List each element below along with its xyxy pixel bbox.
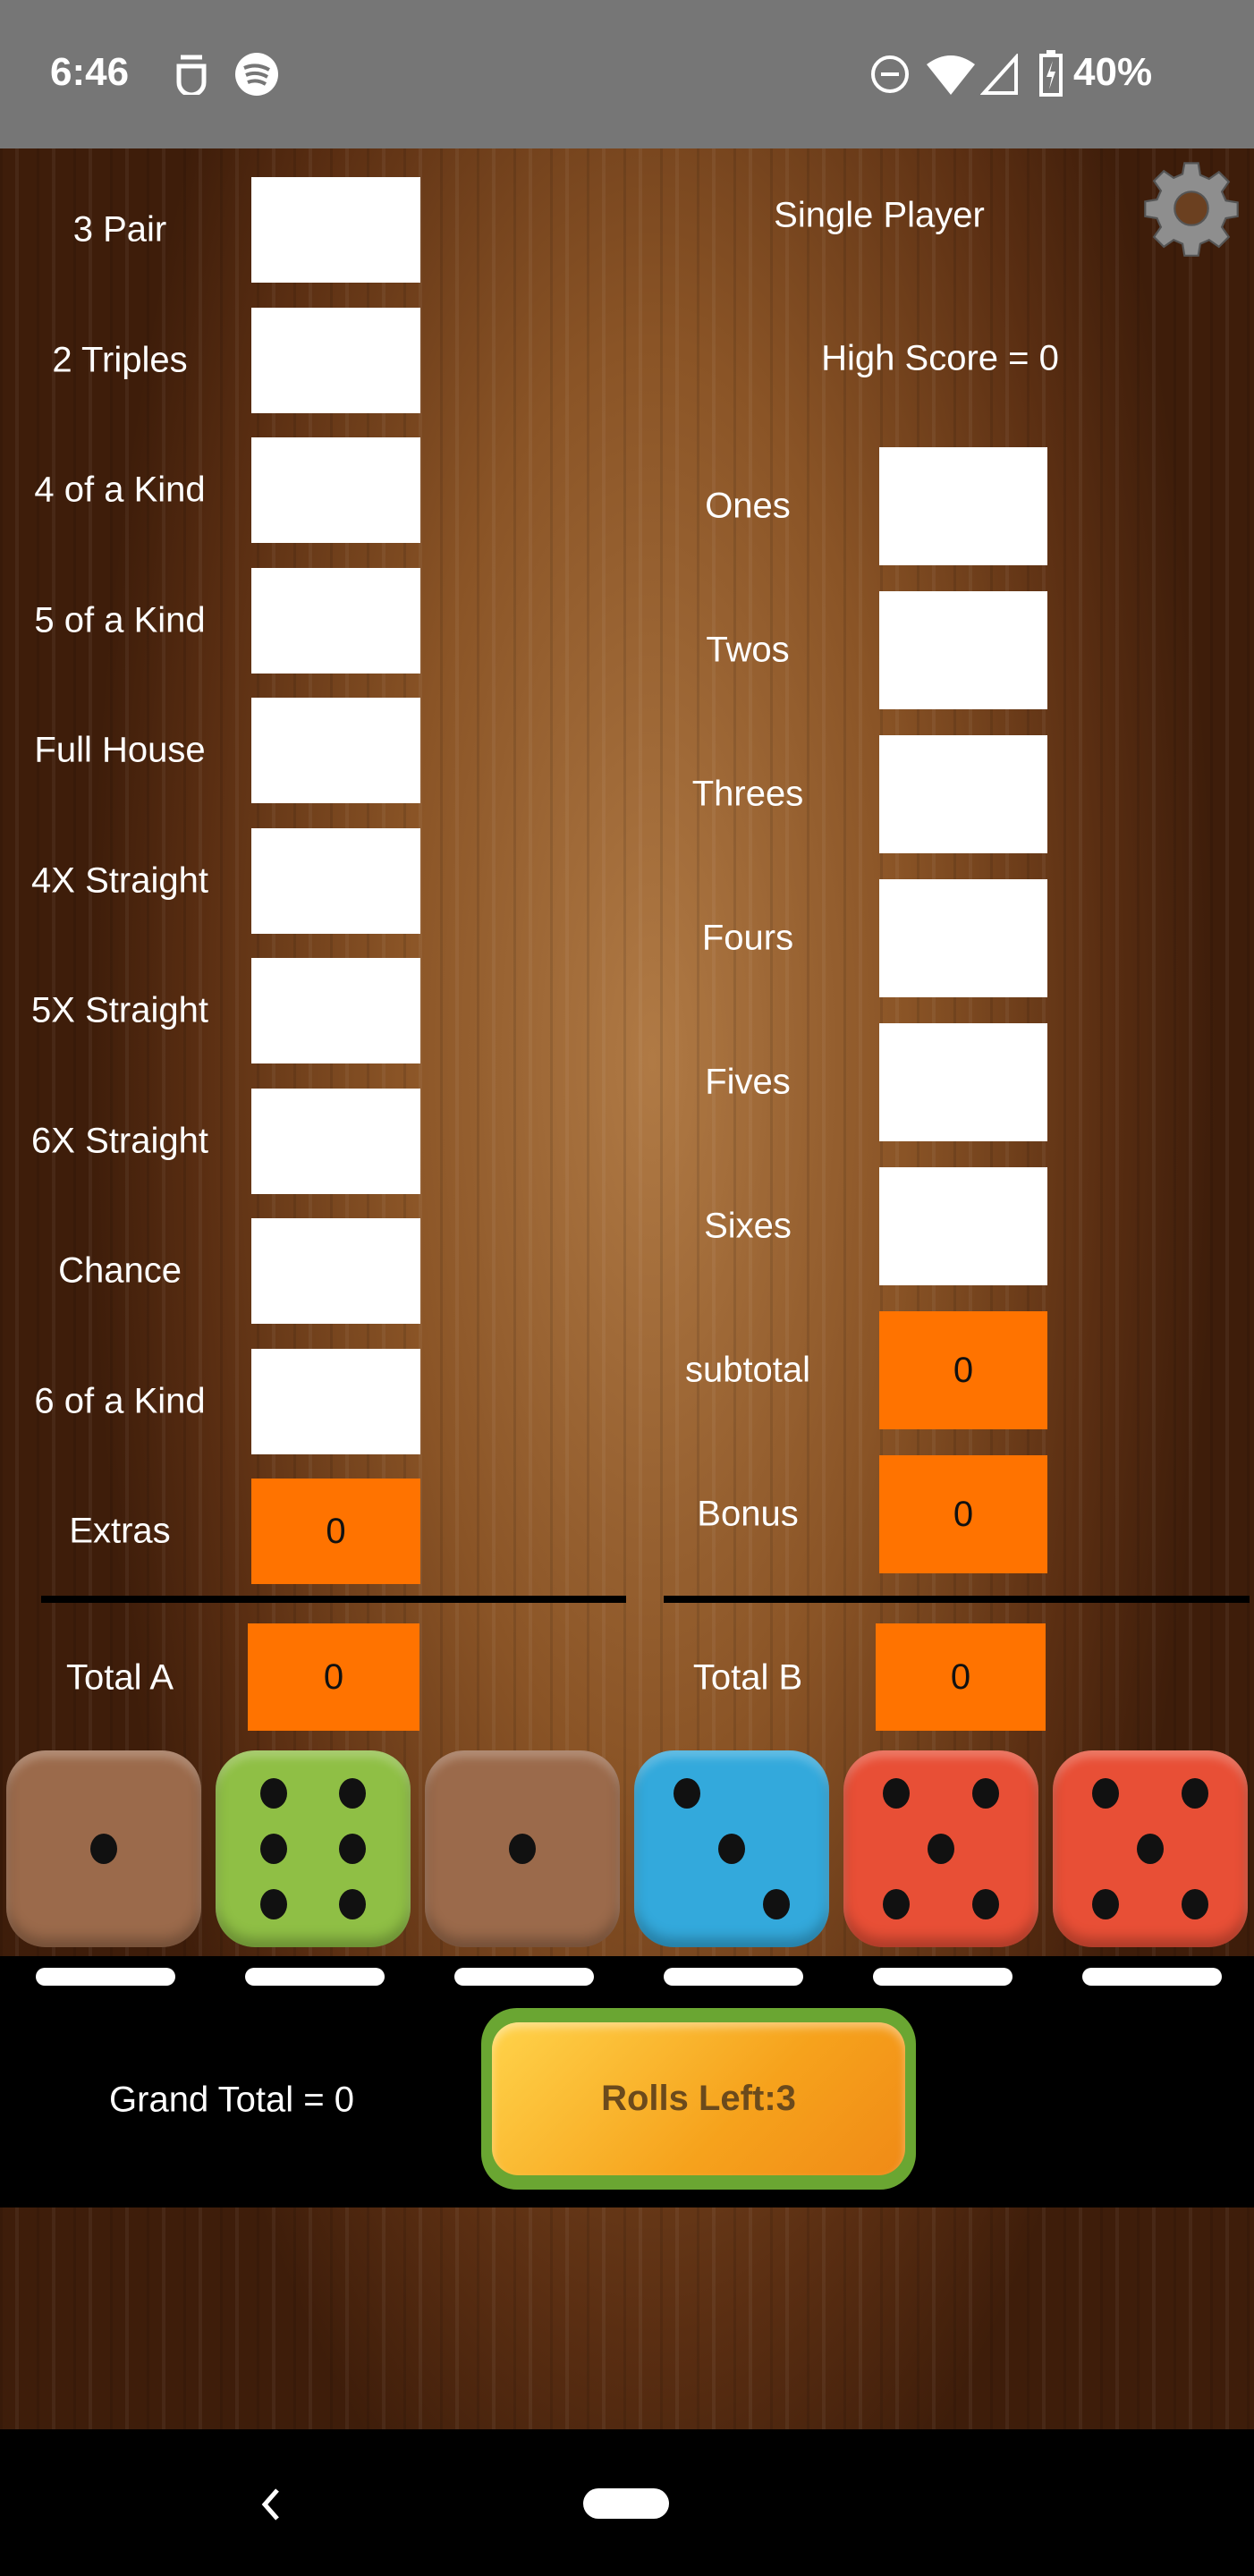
die-pip	[260, 1834, 288, 1864]
signal-icon	[980, 54, 1018, 95]
category-label: Ones	[705, 486, 791, 526]
score-box[interactable]	[251, 698, 420, 803]
grand-total: Grand Total = 0	[109, 2080, 354, 2120]
die-pip	[509, 1834, 536, 1864]
divider-right	[664, 1596, 1250, 1603]
category-label: Sixes	[704, 1206, 792, 1246]
roll-button-label: Rolls Left:3	[492, 2022, 905, 2175]
die-pip	[90, 1834, 117, 1864]
category-label: Fours	[701, 918, 794, 958]
clock: 6:46	[50, 50, 130, 94]
die-pip	[882, 1888, 910, 1919]
roll-button[interactable]: Rolls Left:3	[481, 2008, 916, 2190]
score-box[interactable]	[251, 567, 420, 674]
settings-gear-icon[interactable]	[1142, 159, 1241, 258]
subtotal-value: 0	[879, 1311, 1047, 1429]
divider-left	[41, 1596, 626, 1603]
die-pip	[928, 1834, 954, 1864]
battery-percent: 40%	[1073, 50, 1153, 94]
die-pip	[972, 1888, 1000, 1919]
total-a-label: Total A	[65, 1657, 174, 1698]
high-score-label: High Score = 0	[821, 338, 1059, 378]
score-box[interactable]	[251, 1348, 420, 1454]
category-label: Chance	[58, 1250, 182, 1291]
category-label: Fives	[705, 1062, 791, 1102]
category-label: 4X Straight	[31, 860, 208, 900]
score-box[interactable]	[879, 447, 1047, 565]
die-pip	[338, 1778, 366, 1809]
total-b-label: Total B	[692, 1657, 803, 1698]
score-box[interactable]	[251, 177, 420, 283]
die-pip	[972, 1778, 1000, 1809]
die-hold-indicator[interactable]	[664, 1968, 803, 1986]
die-pip	[718, 1834, 745, 1864]
wifi-icon	[927, 55, 975, 95]
score-box[interactable]	[251, 1218, 420, 1324]
category-label: 2 Triples	[52, 340, 188, 379]
navigation-bar	[0, 2429, 1254, 2576]
die-pip	[673, 1778, 700, 1809]
score-box[interactable]	[879, 735, 1047, 853]
home-pill[interactable]	[583, 2488, 669, 2519]
back-icon[interactable]	[258, 2487, 284, 2522]
category-label: Threes	[691, 774, 804, 814]
die-pip	[1182, 1778, 1209, 1809]
score-box[interactable]	[251, 307, 420, 413]
notification-icon	[176, 55, 207, 95]
die-pip	[763, 1888, 791, 1919]
score-box[interactable]	[251, 827, 420, 934]
die[interactable]	[843, 1750, 1038, 1947]
die[interactable]	[6, 1750, 201, 1947]
die-pip	[338, 1888, 366, 1919]
die-hold-indicator[interactable]	[873, 1968, 1013, 1986]
category-label: Twos	[706, 630, 790, 670]
die-pip	[260, 1888, 288, 1919]
die[interactable]	[425, 1750, 620, 1947]
score-box[interactable]	[251, 1088, 420, 1194]
die-hold-indicator[interactable]	[454, 1968, 594, 1986]
game-mode-label: Single Player	[774, 195, 985, 235]
die[interactable]	[216, 1750, 411, 1947]
category-label: 5 of a Kind	[34, 600, 206, 640]
die-pip	[338, 1834, 366, 1864]
status-bar: 6:46 40%	[0, 0, 1254, 148]
category-label: 3 Pair	[72, 209, 167, 250]
score-box[interactable]	[251, 437, 420, 543]
category-label: 5X Straight	[31, 990, 208, 1030]
category-label: Full House	[34, 730, 206, 770]
category-label: 6 of a Kind	[34, 1381, 206, 1420]
die-pip	[1182, 1888, 1209, 1919]
category-label: 6X Straight	[31, 1121, 208, 1160]
score-box[interactable]	[879, 591, 1047, 709]
category-label: 4 of a Kind	[34, 470, 206, 510]
die-pip	[1091, 1888, 1119, 1919]
dnd-icon	[871, 55, 909, 93]
die[interactable]	[634, 1750, 829, 1947]
extras-label: Extras	[69, 1511, 171, 1551]
bonus-value: 0	[879, 1455, 1047, 1573]
total-a-value: 0	[248, 1623, 419, 1731]
die-pip	[260, 1778, 288, 1809]
die-pip	[1091, 1778, 1119, 1809]
score-box[interactable]	[251, 958, 420, 1063]
die-hold-indicator[interactable]	[245, 1968, 385, 1986]
die-hold-indicator[interactable]	[1082, 1968, 1222, 1986]
total-b-value: 0	[876, 1623, 1046, 1731]
category-label: Bonus	[697, 1494, 799, 1534]
category-label: subtotal	[684, 1350, 811, 1390]
die-pip	[1137, 1834, 1164, 1864]
score-box[interactable]	[879, 879, 1047, 997]
spotify-icon	[235, 53, 278, 96]
die[interactable]	[1053, 1750, 1248, 1947]
battery-charging-icon	[1039, 50, 1063, 97]
extras-value: 0	[251, 1479, 420, 1584]
die-hold-indicator[interactable]	[36, 1968, 175, 1986]
score-box[interactable]	[879, 1023, 1047, 1141]
die-pip	[882, 1778, 910, 1809]
score-box[interactable]	[879, 1167, 1047, 1285]
